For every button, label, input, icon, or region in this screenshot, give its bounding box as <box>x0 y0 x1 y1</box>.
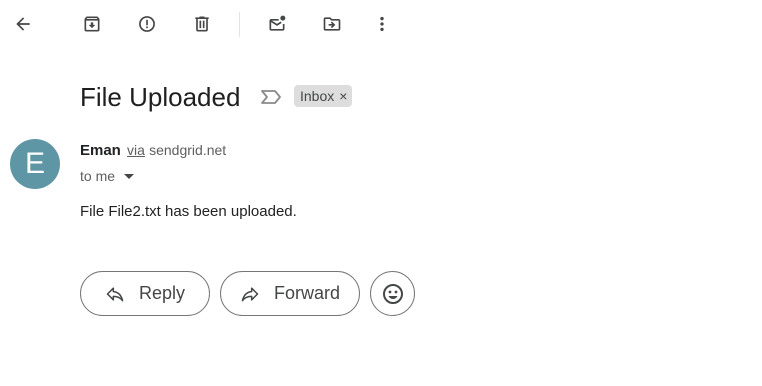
avatar: E <box>10 139 60 189</box>
reply-button[interactable]: Reply <box>80 271 210 316</box>
forward-label: Forward <box>273 283 340 303</box>
archive-button[interactable] <box>76 8 108 40</box>
delete-button[interactable] <box>186 8 218 40</box>
sender-line: Eman via sendgrid.net <box>80 142 226 159</box>
label-chip-text: Inbox <box>300 88 335 104</box>
more-options-button[interactable] <box>366 8 398 40</box>
more-vert-icon <box>380 16 384 32</box>
reply-icon <box>106 286 124 301</box>
label-chip-inbox: Inbox × <box>294 85 353 107</box>
emoji-react-icon <box>382 283 403 304</box>
remove-label-icon[interactable]: × <box>339 89 347 103</box>
archive-icon <box>84 16 100 32</box>
mark-unread-icon <box>269 15 286 31</box>
avatar-letter: E <box>24 147 45 180</box>
sender-domain: sendgrid.net <box>149 142 227 158</box>
recipient-line: to me <box>80 168 135 184</box>
emoji-reaction-button[interactable] <box>370 271 415 316</box>
sender-via-link[interactable]: via <box>127 142 145 158</box>
trash-icon <box>195 16 209 32</box>
back-arrow-icon <box>16 17 30 31</box>
email-subject: File Uploaded <box>80 82 241 112</box>
report-spam-icon <box>139 16 155 32</box>
forward-button[interactable]: Forward <box>220 271 360 316</box>
importance-icon <box>261 90 281 104</box>
back-button[interactable] <box>7 8 39 40</box>
reply-label: Reply <box>138 283 186 303</box>
sender-name[interactable]: Eman <box>80 142 121 159</box>
importance-marker[interactable] <box>259 86 283 108</box>
move-to-icon <box>323 17 341 31</box>
email-body: File File2.txt has been uploaded. <box>80 203 297 220</box>
move-to-button[interactable] <box>316 8 348 40</box>
email-view: File Uploaded Inbox × E Eman via sendgri… <box>0 0 762 386</box>
report-spam-button[interactable] <box>131 8 163 40</box>
recipient-text: to me <box>80 168 116 184</box>
recipient-details-caret-icon[interactable] <box>124 173 135 179</box>
toolbar-divider <box>239 12 240 37</box>
mark-unread-button[interactable] <box>261 8 293 40</box>
forward-icon <box>241 286 259 301</box>
